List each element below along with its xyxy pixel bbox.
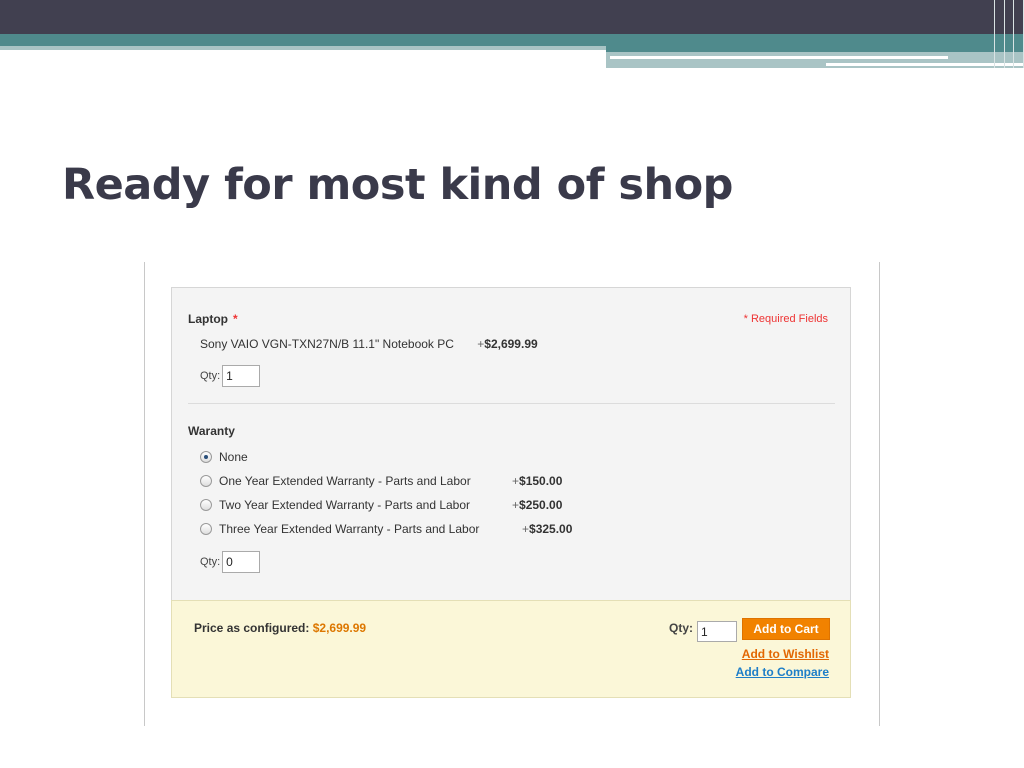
laptop-qty-label: Qty:: [200, 370, 221, 382]
screenshot-frame-left: [144, 262, 145, 726]
slide-header-accent-line: [610, 56, 948, 59]
laptop-qty-row: Qty:: [200, 365, 261, 387]
laptop-product-name: Sony VAIO VGN-TXN27N/B 11.1" Notebook PC: [200, 337, 454, 351]
add-to-cart-box: Price as configured: $2,699.99 Qty: Add …: [171, 600, 851, 698]
radio-unchecked-icon[interactable]: [200, 475, 212, 487]
laptop-label-text: Laptop: [188, 312, 228, 326]
price-configured-value: $2,699.99: [312, 621, 367, 635]
cart-qty-input[interactable]: [697, 621, 737, 642]
laptop-product-line: Sony VAIO VGN-TXN27N/B 11.1" Notebook PC…: [200, 337, 538, 351]
warranty-price: $250.00: [519, 498, 563, 512]
warranty-choice-label: None: [219, 450, 248, 464]
edge-line: [1003, 0, 1005, 68]
edge-line: [994, 0, 995, 68]
laptop-price: $2,699.99: [484, 337, 538, 351]
warranty-qty-row: Qty:: [200, 551, 261, 573]
slide-header-teal-band: [0, 34, 1024, 46]
price-configured-label: Price as configured:: [194, 621, 310, 635]
warranty-choice-label: Three Year Extended Warranty - Parts and…: [219, 522, 480, 536]
warranty-two-year-price: +$250.00: [512, 498, 562, 512]
warranty-qty-label: Qty:: [200, 556, 221, 568]
price-plus: +: [522, 522, 530, 536]
warranty-choice-none[interactable]: None: [200, 450, 248, 464]
warranty-one-year-price: +$150.00: [512, 474, 562, 488]
price-plus: +: [512, 474, 520, 488]
add-to-wishlist-link[interactable]: Add to Wishlist: [742, 647, 829, 661]
laptop-option-label: Laptop *: [188, 312, 238, 326]
add-to-cart-button[interactable]: Add to Cart: [742, 618, 830, 640]
edge-line: [1013, 0, 1015, 68]
warranty-option-label: Waranty: [188, 424, 235, 438]
warranty-price: $325.00: [529, 522, 573, 536]
slide-header-light-strip: [0, 46, 606, 50]
warranty-three-year-price: +$325.00: [522, 522, 572, 536]
screenshot-frame-right: [879, 262, 880, 726]
options-divider: [188, 403, 835, 404]
warranty-choice-label: Two Year Extended Warranty - Parts and L…: [219, 498, 471, 512]
required-asterisk: *: [233, 312, 238, 326]
warranty-price: $150.00: [519, 474, 563, 488]
slide-title: Ready for most kind of shop: [62, 160, 733, 210]
warranty-qty-input[interactable]: [222, 551, 261, 573]
warranty-choice-one-year[interactable]: One Year Extended Warranty - Parts and L…: [200, 474, 471, 488]
radio-unchecked-icon[interactable]: [200, 523, 212, 535]
slide-header-bar: [0, 0, 1024, 34]
laptop-qty-input[interactable]: [222, 365, 261, 387]
warranty-choice-two-year[interactable]: Two Year Extended Warranty - Parts and L…: [200, 498, 470, 512]
slide-edge-lines: [994, 0, 1024, 68]
warranty-choice-three-year[interactable]: Three Year Extended Warranty - Parts and…: [200, 522, 479, 536]
radio-checked-icon[interactable]: [200, 451, 212, 463]
radio-unchecked-icon[interactable]: [200, 499, 212, 511]
price-plus: +: [512, 498, 520, 512]
cart-qty-label: Qty:: [669, 621, 693, 635]
product-options-panel: Laptop * * Required Fields Sony VAIO VGN-…: [171, 287, 851, 600]
cart-qty-row: Qty:: [669, 621, 737, 642]
add-to-compare-link[interactable]: Add to Compare: [736, 665, 829, 679]
price-as-configured: Price as configured: $2,699.99: [194, 621, 366, 635]
required-fields-note: * Required Fields: [743, 313, 828, 325]
warranty-choice-label: One Year Extended Warranty - Parts and L…: [219, 474, 471, 488]
